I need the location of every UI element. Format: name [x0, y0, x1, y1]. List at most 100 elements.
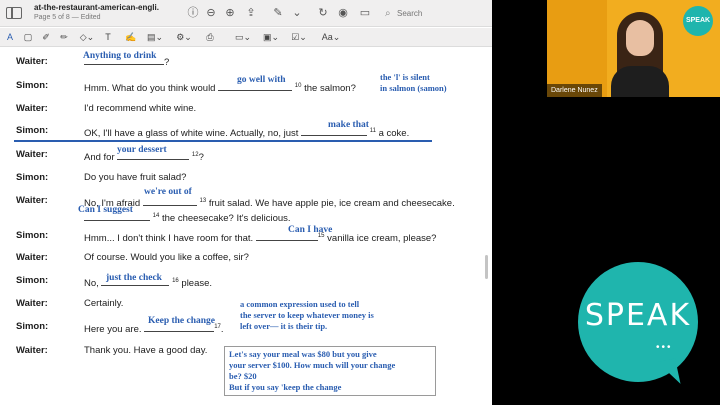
vertical-scrollbar[interactable] — [485, 255, 488, 279]
line-before: Hmm... I don't think I have room for tha… — [84, 233, 254, 245]
share-icon[interactable]: ⇪ — [244, 6, 258, 20]
presenter-body — [611, 66, 669, 97]
speaker: Simon: — [16, 80, 49, 91]
line-before: No, — [84, 278, 99, 290]
line-after: ? — [164, 57, 170, 68]
box-line-1: Let's say your meal was $80 but you give — [229, 349, 377, 359]
tip-note-line-1: a common expression used to tell — [240, 299, 360, 309]
blank-number: 14 — [152, 213, 160, 219]
rect-select-icon[interactable]: ▢ — [22, 31, 34, 44]
box-line-2: your server $100. How much will your cha… — [229, 360, 396, 370]
ellipsis-icon: ••• — [656, 342, 673, 353]
speaker: Waiter: — [16, 345, 48, 356]
line-after: the salmon? — [304, 83, 356, 95]
line-text: Do you have fruit salad? — [84, 172, 187, 183]
shapes-icon[interactable]: ◇⌄ — [78, 31, 96, 44]
answer-10: go well with — [237, 75, 286, 85]
blank-number: 11 — [369, 128, 376, 134]
line-before: And for — [84, 152, 115, 164]
presenter-name: Darlene Nunez — [547, 84, 602, 97]
speaker: Simon: — [16, 321, 49, 332]
highlight-icon[interactable]: ◉ — [336, 6, 350, 20]
logo-text: SPEAK — [584, 298, 692, 333]
zoom-out-icon[interactable]: ⊖ — [204, 6, 218, 20]
adjust-color-icon[interactable]: ⚙⌄ — [174, 31, 194, 44]
box-line-3: be? $20 — [229, 371, 257, 381]
line-text: I'd recommend white wine. — [84, 103, 197, 114]
line-text: Thank you. Have a good day. — [84, 345, 208, 356]
search-field[interactable]: ⌕ — [385, 6, 485, 21]
line-text: Of course. Would you like a coffee, sir? — [84, 252, 249, 263]
search-input[interactable] — [397, 6, 483, 21]
zoom-in-icon[interactable]: ⊕ — [223, 6, 237, 20]
shape-style-icon[interactable]: ▭⌄ — [234, 31, 252, 44]
answer-11: make that — [328, 120, 369, 130]
sidebar-toggle-icon[interactable] — [6, 7, 22, 19]
answer-12: your dessert — [117, 145, 167, 155]
speaker: Simon: — [16, 125, 49, 136]
speaker: Waiter: — [16, 195, 48, 206]
annotation-text-box[interactable]: Let's say your meal was $80 but you give… — [224, 346, 436, 396]
line-after: . — [220, 324, 224, 336]
line-after: vanilla ice cream, please? — [327, 233, 437, 245]
box-line-4: But if you say 'keep the change — [229, 382, 342, 392]
line-after: the cheesecake? It's delicious. — [161, 213, 291, 225]
search-icon: ⌕ — [385, 8, 391, 19]
tip-note-line-2: the server to keep whatever money is — [240, 310, 374, 320]
textbox-icon[interactable]: T — [102, 31, 114, 44]
document-title: at-the-restaurant-american-engli... — [34, 3, 159, 12]
speaker: Simon: — [16, 230, 49, 241]
blank-number: 17 — [214, 324, 221, 330]
note-icon[interactable]: ▤⌄ — [146, 31, 164, 44]
document-subtitle: Page 5 of 8 — Edited — [34, 14, 101, 21]
rotate-icon[interactable]: ↻ — [316, 6, 330, 20]
speaker: Waiter: — [16, 56, 48, 67]
info-icon[interactable]: ⓘ — [186, 6, 200, 20]
markup-toolbar: A ▢ ✐ ✏ ◇⌄ T ✍⌄ ▤⌄ ⚙⌄ ⎙ ▭⌄ ▣⌄ ☑⌄ Aa⌄ — [0, 28, 492, 55]
webcam-wall — [547, 0, 607, 97]
title-bar: at-the-restaurant-american-engli... Page… — [0, 0, 492, 27]
chevron-down-icon[interactable]: ⌄ — [290, 6, 304, 20]
line-after: a coke. — [378, 128, 410, 140]
salmon-note-line-2: in salmon (samon) — [380, 83, 447, 93]
sketch-icon[interactable]: ✐ — [40, 31, 52, 44]
blank-number: 12 — [191, 152, 199, 158]
answer-13: we're out of — [144, 187, 192, 197]
fill-color-icon[interactable]: ☑⌄ — [290, 31, 308, 44]
answer-15: Can I have — [288, 225, 333, 235]
answer-14: Can I suggest — [78, 205, 133, 215]
tip-note-line-3: left over— it is their tip. — [240, 321, 328, 331]
webcam-speak-logo: SPEAK — [683, 6, 713, 36]
answer-17: Keep the change — [148, 316, 216, 326]
line-before: OK, I'll have a glass of white wine. Act… — [84, 128, 299, 140]
speak-logo: SPEAK ••• — [578, 262, 698, 388]
line-after: please. — [181, 278, 213, 290]
line-text: Certainly. — [84, 298, 124, 309]
preview-window: at-the-restaurant-american-engli... Page… — [0, 0, 492, 405]
salmon-note-line-1: the 'l' is silent — [380, 72, 430, 82]
print-icon[interactable]: ⎙ — [204, 31, 216, 44]
speaker: Waiter: — [16, 252, 48, 263]
speaker: Simon: — [16, 275, 49, 286]
line-text: Hmm. What do you think would 10 the salm… — [84, 78, 356, 97]
draw-icon[interactable]: ✏ — [58, 31, 70, 44]
font-style-label: Aa — [321, 32, 333, 42]
speaker: Waiter: — [16, 298, 48, 309]
sign-icon[interactable]: ✍⌄ — [122, 31, 140, 55]
text-style-button[interactable]: Aa⌄ — [320, 31, 342, 44]
speaker: Simon: — [16, 172, 49, 183]
blank-number: 10 — [294, 83, 302, 89]
border-color-icon[interactable]: ▣⌄ — [262, 31, 280, 44]
answer-9: Anything to drink — [83, 51, 157, 61]
blank-number: 16 — [172, 278, 179, 284]
pdf-page: Waiter: ? Simon: Hmm. What do you think … — [10, 48, 482, 405]
annotation-underline — [14, 140, 432, 142]
line-before: Here you are. — [84, 324, 142, 336]
answer-16: just the check — [106, 273, 162, 283]
speaker: Waiter: — [16, 103, 48, 114]
line-before: Hmm. What do you think would — [84, 83, 216, 95]
presenter-face — [626, 20, 654, 56]
markup-pen-icon[interactable]: ✎ — [271, 6, 285, 20]
text-selection-tool[interactable]: A — [4, 31, 16, 44]
annotate-icon[interactable]: ▭ — [358, 6, 372, 20]
